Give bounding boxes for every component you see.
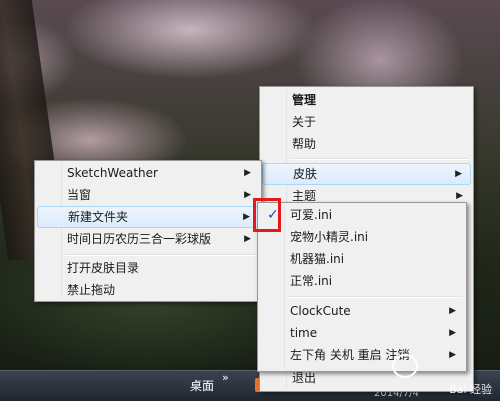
menu-item-label: 当窗 (67, 188, 92, 202)
submenu-arrow-icon: ▶ (243, 212, 250, 222)
menu-item-label: 管理 (292, 93, 317, 107)
menu-item-label: SketchWeather (67, 166, 158, 180)
menu-item-calendar[interactable]: 时间日历农历三合一彩球版 ▶ (37, 228, 259, 250)
menu-item-time[interactable]: time ▶ (260, 322, 464, 344)
menu-item-about[interactable]: 关于 (262, 111, 471, 133)
menu-item-label: 打开皮肤目录 (67, 261, 140, 275)
menu-separator (290, 158, 469, 160)
menu-item-label: time (290, 326, 318, 340)
submenu-arrow-icon: ▶ (449, 306, 456, 316)
menu-item-help[interactable]: 帮助 (262, 133, 471, 155)
desktop-scene: 桌面 » 2014/7/4 管理 关于 帮助 皮肤▶ 主题▶ ▶ ▶ 退出 Sk… (0, 0, 500, 401)
menu-item-label: 禁止拖动 (67, 283, 116, 297)
menu-item-open-skin-dir[interactable]: 打开皮肤目录 (37, 257, 259, 279)
menu-item-label: 新建文件夹 (68, 210, 129, 224)
paw-logo-icon (392, 354, 418, 378)
submenu-arrow-icon: ▶ (449, 328, 456, 338)
menu-item-shutdown-widget[interactable]: 左下角 关机 重启 注销 ▶ (260, 344, 464, 366)
skin-folder-menu: SketchWeather ▶ 当窗 ▶ 新建文件夹 ▶ 时间日历农历三合一彩球版 ▶ … (34, 160, 262, 302)
submenu-arrow-icon: ▶ (244, 168, 251, 178)
menu-item-label: 机器猫.ini (290, 252, 345, 266)
menu-item-pokemon[interactable]: 宠物小精灵.ini (260, 226, 464, 248)
menu-separator (288, 296, 462, 298)
menu-item-label: 可爱.ini (290, 208, 333, 222)
highlight-annotation-box (253, 198, 281, 232)
menu-item-label: 帮助 (292, 137, 317, 151)
menu-item-label: 关于 (292, 115, 317, 129)
menu-item-clockcute[interactable]: ClockCute ▶ (260, 300, 464, 322)
skin-submenu: ✓ 可爱.ini 宠物小精灵.ini 机器猫.ini 正常.ini ClockCu… (257, 202, 467, 372)
menu-item-skin[interactable]: 皮肤 ▶ (262, 163, 471, 185)
submenu-arrow-icon: ▶ (449, 350, 456, 360)
submenu-arrow-icon: ▶ (244, 190, 251, 200)
taskbar-expand-icon[interactable]: » (222, 371, 229, 384)
menu-item-label: 正常.ini (290, 274, 333, 288)
submenu-arrow-icon: ▶ (455, 169, 462, 179)
taskbar-desktop-label[interactable]: 桌面 (190, 377, 214, 394)
menu-item-dangchuang[interactable]: 当窗 ▶ (37, 184, 259, 206)
menu-item-label: ClockCute (290, 304, 351, 318)
menu-item-label: 宠物小精灵.ini (290, 230, 369, 244)
menu-item-label: 皮肤 (293, 167, 318, 181)
menu-item-label: 时间日历农历三合一彩球版 (67, 232, 212, 246)
menu-item-new-folder[interactable]: 新建文件夹 ▶ (37, 206, 259, 228)
watermark: Bai 经验 (449, 383, 492, 396)
menu-separator (65, 254, 257, 256)
menu-item-normal[interactable]: 正常.ini (260, 270, 464, 292)
menu-item-sketchweather[interactable]: SketchWeather ▶ (37, 162, 259, 184)
submenu-arrow-icon: ▶ (244, 234, 251, 244)
menu-item-keai[interactable]: ✓ 可爱.ini (260, 204, 464, 226)
menu-item-manage[interactable]: 管理 (262, 89, 471, 111)
menu-item-disable-drag[interactable]: 禁止拖动 (37, 279, 259, 301)
menu-item-doraemon[interactable]: 机器猫.ini (260, 248, 464, 270)
